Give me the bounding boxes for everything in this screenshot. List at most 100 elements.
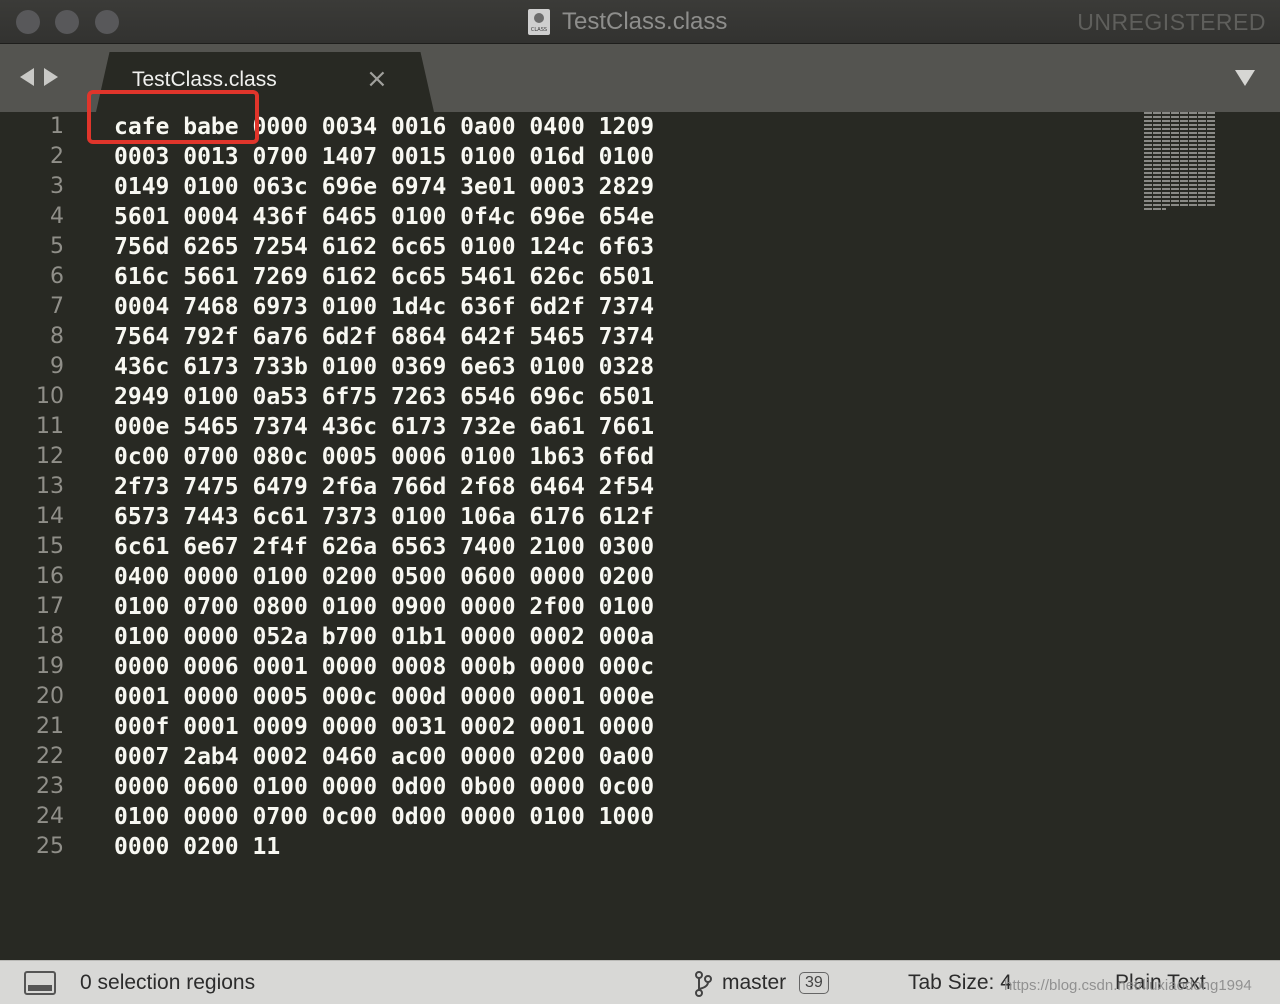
minimap-token <box>1198 132 1206 134</box>
minimap-token <box>1180 188 1188 190</box>
code-line[interactable]: 000e 5465 7374 436c 6173 732e 6a61 7661 <box>114 412 654 442</box>
minimap-preview <box>1144 112 1215 210</box>
minimap-token <box>1171 128 1179 130</box>
minimap-token <box>1144 176 1152 178</box>
minimap-token <box>1189 164 1197 166</box>
tab-label: TestClass.class <box>132 68 277 91</box>
code-line[interactable]: 0100 0000 0700 0c00 0d00 0000 0100 1000 <box>114 802 654 832</box>
minimap-token <box>1180 144 1188 146</box>
code-line[interactable]: 0100 0000 052a b700 01b1 0000 0002 000a <box>114 622 654 652</box>
minimap-token <box>1153 160 1161 162</box>
minimap-token <box>1153 200 1161 202</box>
code-content[interactable]: cafe babe 0000 0034 0016 0a00 0400 1209 0… <box>114 112 654 862</box>
minimap-token <box>1189 172 1197 174</box>
panel-toggle-icon[interactable] <box>24 971 56 995</box>
code-line[interactable]: 0003 0013 0700 1407 0015 0100 016d 0100 <box>114 142 654 172</box>
minimap-token <box>1180 192 1188 194</box>
code-line[interactable]: 0001 0000 0005 000c 000d 0000 0001 000e <box>114 682 654 712</box>
code-line[interactable]: 0149 0100 063c 696e 6974 3e01 0003 2829 <box>114 172 654 202</box>
minimap-token <box>1153 148 1161 150</box>
minimap-token <box>1162 132 1170 134</box>
minimap-token <box>1162 196 1170 198</box>
minimap-token <box>1207 192 1215 194</box>
line-number: 17 <box>36 594 64 619</box>
code-line[interactable]: 2f73 7475 6479 2f6a 766d 2f68 6464 2f54 <box>114 472 654 502</box>
minimap-token <box>1207 148 1215 150</box>
line-number: 2 <box>50 144 64 169</box>
line-number: 13 <box>36 474 64 499</box>
minimap-token <box>1189 116 1197 118</box>
minimap-token <box>1189 152 1197 154</box>
minimap-token <box>1198 144 1206 146</box>
minimap-token <box>1207 140 1215 142</box>
minimap-token <box>1171 144 1179 146</box>
magic-number-highlight <box>87 90 259 144</box>
minimap-token <box>1180 172 1188 174</box>
minimap-token <box>1180 116 1188 118</box>
line-number: 20 <box>36 684 64 709</box>
line-number: 5 <box>50 234 64 259</box>
minimap-token <box>1198 160 1206 162</box>
minimap[interactable] <box>1144 112 1218 212</box>
code-line[interactable]: 2949 0100 0a53 6f75 7263 6546 696c 6501 <box>114 382 654 412</box>
window-title: TestClass.class <box>562 8 728 35</box>
minimap-token <box>1189 176 1197 178</box>
tab-size-selector[interactable]: Tab Size: 4 <box>908 971 1012 995</box>
close-icon[interactable]: × <box>366 64 388 94</box>
minimap-token <box>1189 200 1197 202</box>
line-number: 21 <box>36 714 64 739</box>
minimap-token <box>1144 188 1152 190</box>
window-title-group: CLASS TestClass.class <box>528 8 727 36</box>
minimap-token <box>1144 148 1152 150</box>
code-line[interactable]: 0004 7468 6973 0100 1d4c 636f 6d2f 7374 <box>114 292 654 322</box>
minimap-token <box>1198 116 1206 118</box>
code-line[interactable]: 000f 0001 0009 0000 0031 0002 0001 0000 <box>114 712 654 742</box>
code-line[interactable]: 0100 0700 0800 0100 0900 0000 2f00 0100 <box>114 592 654 622</box>
code-line[interactable]: 6c61 6e67 2f4f 626a 6563 7400 2100 0300 <box>114 532 654 562</box>
minimap-token <box>1207 132 1215 134</box>
back-arrow-icon[interactable] <box>20 68 34 86</box>
close-window-button[interactable] <box>16 10 40 34</box>
code-line[interactable]: 0000 0006 0001 0000 0008 000b 0000 000c <box>114 652 654 682</box>
minimap-token <box>1162 160 1170 162</box>
line-number: 10 <box>36 384 64 409</box>
minimap-token <box>1180 160 1188 162</box>
code-line[interactable]: 0000 0200 11 <box>114 832 654 862</box>
code-line[interactable]: 756d 6265 7254 6162 6c65 0100 124c 6f63 <box>114 232 654 262</box>
code-line[interactable]: 6573 7443 6c61 7373 0100 106a 6176 612f <box>114 502 654 532</box>
code-line[interactable]: 5601 0004 436f 6465 0100 0f4c 696e 654e <box>114 202 654 232</box>
minimap-token <box>1162 172 1170 174</box>
minimap-token <box>1198 192 1206 194</box>
forward-arrow-icon[interactable] <box>44 68 58 86</box>
minimap-token <box>1144 136 1152 138</box>
code-line[interactable]: 0000 0600 0100 0000 0d00 0b00 0000 0c00 <box>114 772 654 802</box>
line-number: 14 <box>36 504 64 529</box>
code-line[interactable]: 436c 6173 733b 0100 0369 6e63 0100 0328 <box>114 352 654 382</box>
minimap-token <box>1189 160 1197 162</box>
line-number: 6 <box>50 264 64 289</box>
minimap-token <box>1198 204 1206 206</box>
minimap-token <box>1180 148 1188 150</box>
minimap-token <box>1180 140 1188 142</box>
code-line[interactable]: 7564 792f 6a76 6d2f 6864 642f 5465 7374 <box>114 322 654 352</box>
minimap-token <box>1162 192 1170 194</box>
tab-menu-icon[interactable] <box>1235 70 1255 86</box>
code-line[interactable]: 0400 0000 0100 0200 0500 0600 0000 0200 <box>114 562 654 592</box>
line-number: 3 <box>50 174 64 199</box>
minimap-token <box>1144 120 1152 122</box>
code-line[interactable]: 616c 5661 7269 6162 6c65 5461 626c 6501 <box>114 262 654 292</box>
minimap-token <box>1198 112 1206 114</box>
minimize-window-button[interactable] <box>55 10 79 34</box>
branch-name[interactable]: master <box>722 971 786 995</box>
zoom-window-button[interactable] <box>95 10 119 34</box>
editor-area[interactable]: 1 2 3 4 5 6 7 8 9 10 11 12 13 14 15 16 17 18 19 20 21 22 23 24 2… <box>0 90 1280 960</box>
minimap-token <box>1198 168 1206 170</box>
minimap-token <box>1180 132 1188 134</box>
minimap-token <box>1162 208 1166 210</box>
minimap-token <box>1207 152 1215 154</box>
code-line[interactable]: 0c00 0700 080c 0005 0006 0100 1b63 6f6d <box>114 442 654 472</box>
line-number: 25 <box>36 834 64 859</box>
minimap-token <box>1162 148 1170 150</box>
git-branch-icon[interactable] <box>694 971 712 997</box>
code-line[interactable]: 0007 2ab4 0002 0460 ac00 0000 0200 0a00 <box>114 742 654 772</box>
